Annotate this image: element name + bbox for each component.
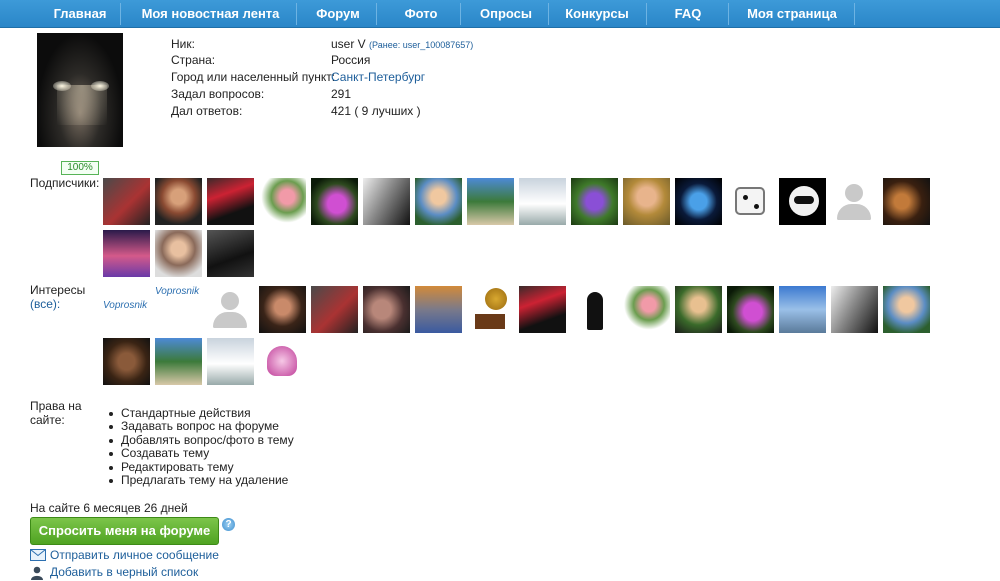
questions-value: 291 bbox=[331, 87, 352, 101]
nick-label: Ник: bbox=[171, 37, 195, 51]
interest-thumb[interactable] bbox=[519, 286, 566, 333]
subscriber-avatar[interactable] bbox=[363, 178, 410, 225]
envelope-icon bbox=[30, 549, 46, 561]
rights-item: Добавлять вопрос/фото в тему bbox=[107, 433, 294, 447]
nav-news-feed[interactable]: Моя новостная лента bbox=[128, 0, 293, 28]
interest-thumb[interactable] bbox=[155, 338, 202, 385]
interest-thumb[interactable] bbox=[207, 338, 254, 385]
ask-me-on-forum-button[interactable]: Спросить меня на форуме bbox=[30, 517, 219, 545]
interests-label: Интересы (все): bbox=[30, 283, 86, 311]
top-nav: Главная Моя новостная лента Форум Фото О… bbox=[0, 0, 1000, 28]
rights-label: Права на сайте: bbox=[30, 399, 82, 427]
nav-separator bbox=[120, 3, 121, 25]
subscriber-avatar[interactable] bbox=[623, 178, 670, 225]
city-link[interactable]: Санкт-Петербург bbox=[331, 70, 425, 84]
interest-thumb[interactable] bbox=[623, 286, 670, 333]
interest-thumb[interactable] bbox=[727, 286, 774, 333]
nick-name: user V bbox=[331, 37, 366, 51]
interest-thumb[interactable] bbox=[103, 338, 150, 385]
nav-forum[interactable]: Форум bbox=[304, 0, 372, 28]
nav-my-page[interactable]: Моя страница bbox=[736, 0, 848, 28]
subscriber-avatar[interactable] bbox=[155, 178, 202, 225]
profile-avatar bbox=[37, 33, 123, 147]
user-icon bbox=[31, 566, 43, 580]
member-since: На сайте 6 месяцев 26 дней bbox=[30, 501, 188, 515]
interest-thumb[interactable] bbox=[363, 286, 410, 333]
subscriber-avatar[interactable] bbox=[519, 178, 566, 225]
nav-separator bbox=[548, 3, 549, 25]
subscriber-avatar[interactable] bbox=[675, 178, 722, 225]
nav-separator bbox=[460, 3, 461, 25]
interest-thumb[interactable] bbox=[779, 286, 826, 333]
interest-thumb[interactable] bbox=[883, 286, 930, 333]
rights-item: Создавать тему bbox=[107, 446, 294, 460]
interests-all-link[interactable]: (все): bbox=[30, 297, 85, 311]
subscribers-label: Подписчики: bbox=[30, 176, 100, 190]
subscriber-avatar[interactable] bbox=[779, 178, 826, 225]
interest-lotus[interactable] bbox=[259, 338, 306, 385]
nick-value: user V (Ранее: user_100087657) bbox=[331, 37, 473, 51]
subscriber-avatar[interactable] bbox=[831, 178, 878, 225]
completion-badge: 100% bbox=[61, 161, 99, 175]
help-icon[interactable]: ? bbox=[222, 518, 235, 531]
subscriber-avatar[interactable] bbox=[467, 178, 514, 225]
rights-list: Стандартные действия Задавать вопрос на … bbox=[107, 406, 294, 487]
nav-separator bbox=[728, 3, 729, 25]
subscriber-avatar[interactable] bbox=[155, 230, 202, 277]
blacklist-link[interactable]: Добавить в черный список bbox=[50, 565, 198, 579]
interest-thumb[interactable] bbox=[259, 286, 306, 333]
subscriber-avatar[interactable] bbox=[311, 178, 358, 225]
send-message-link[interactable]: Отправить личное сообщение bbox=[50, 548, 219, 562]
nav-polls[interactable]: Опросы bbox=[468, 0, 544, 28]
interest-voprosnik-logo[interactable]: Voprosnik bbox=[103, 286, 150, 333]
answers-value: 421 ( 9 лучших ) bbox=[331, 104, 421, 118]
nav-photo[interactable]: Фото bbox=[384, 0, 458, 28]
nav-separator bbox=[646, 3, 647, 25]
nav-separator bbox=[376, 3, 377, 25]
interest-voprosnik-logo[interactable]: Voprosnik bbox=[155, 286, 202, 333]
subscriber-avatar[interactable] bbox=[415, 178, 462, 225]
questions-label: Задал вопросов: bbox=[171, 87, 265, 101]
interest-thumb[interactable] bbox=[415, 286, 462, 333]
subscriber-avatar[interactable] bbox=[259, 178, 306, 225]
rights-item: Редактировать тему bbox=[107, 460, 294, 474]
interest-thumb[interactable] bbox=[311, 286, 358, 333]
subscriber-avatar[interactable] bbox=[571, 178, 618, 225]
city-label: Город или населенный пункт: bbox=[171, 70, 336, 84]
nick-previous: (Ранее: user_100087657) bbox=[369, 40, 474, 50]
rights-item: Стандартные действия bbox=[107, 406, 294, 420]
nav-home[interactable]: Главная bbox=[40, 0, 120, 28]
nav-faq[interactable]: FAQ bbox=[654, 0, 722, 28]
answers-label: Дал ответов: bbox=[171, 104, 243, 118]
subscriber-avatar[interactable] bbox=[207, 230, 254, 277]
interest-gramophone[interactable] bbox=[467, 286, 514, 333]
subscriber-avatar[interactable] bbox=[207, 178, 254, 225]
interest-placeholder-avatar[interactable] bbox=[207, 286, 254, 333]
nav-contests[interactable]: Конкурсы bbox=[556, 0, 638, 28]
nav-separator bbox=[854, 3, 855, 25]
rights-item: Задавать вопрос на форуме bbox=[107, 419, 294, 433]
interest-thumb[interactable] bbox=[831, 286, 878, 333]
subscriber-avatar[interactable] bbox=[103, 178, 150, 225]
subscriber-avatar[interactable] bbox=[103, 230, 150, 277]
subscriber-avatar[interactable] bbox=[727, 178, 774, 225]
country-label: Страна: bbox=[171, 53, 216, 67]
interest-thumb[interactable] bbox=[675, 286, 722, 333]
nav-separator bbox=[296, 3, 297, 25]
subscriber-avatar[interactable] bbox=[883, 178, 930, 225]
interest-reaper[interactable] bbox=[571, 286, 618, 333]
country-value: Россия bbox=[331, 53, 371, 67]
rights-item: Предлагать тему на удаление bbox=[107, 473, 294, 487]
